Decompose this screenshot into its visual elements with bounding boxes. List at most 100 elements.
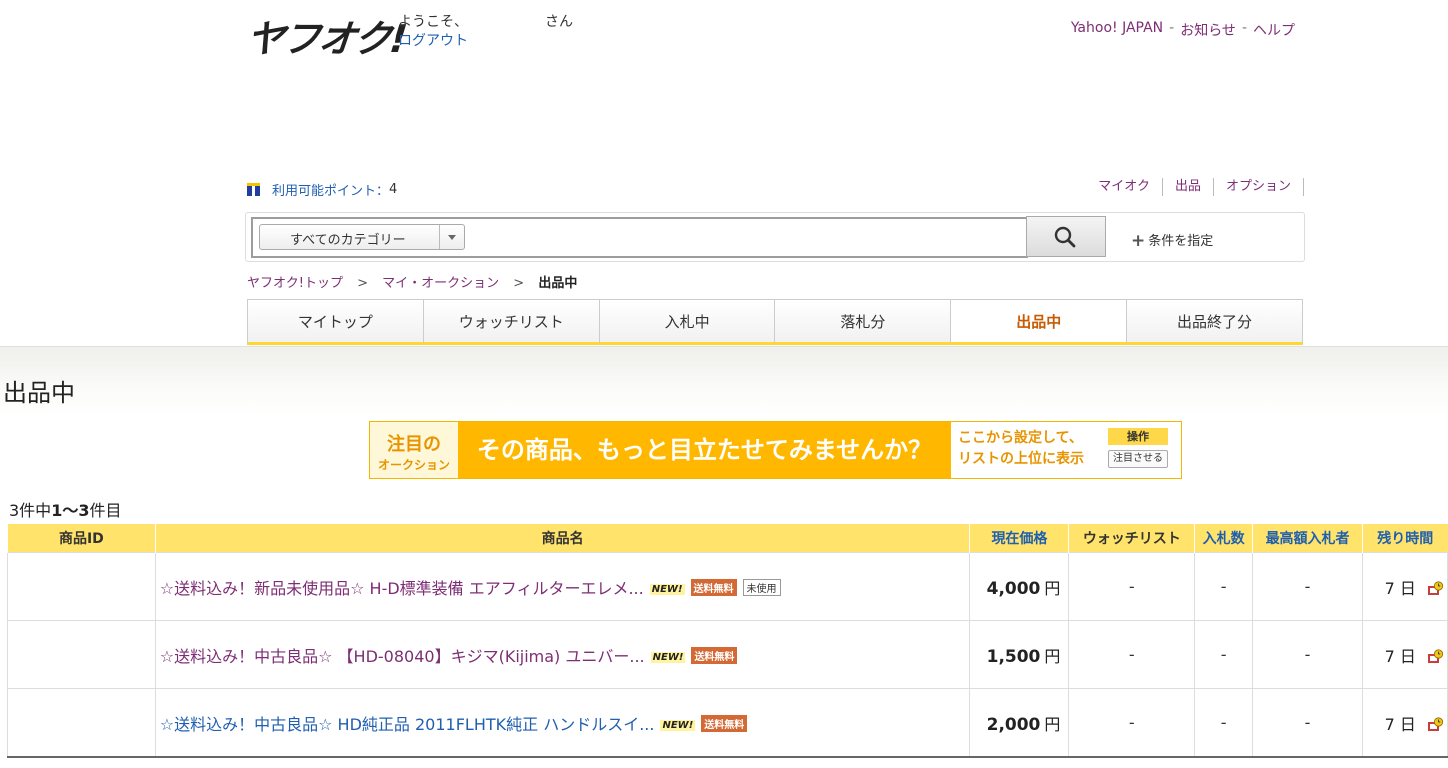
plus-icon: + <box>1131 231 1146 251</box>
link-separator: - <box>1241 20 1247 36</box>
watch-cell: - <box>1068 688 1196 758</box>
price-value: 1,500 <box>986 646 1041 667</box>
unused-badge: 未使用 <box>742 578 781 596</box>
points-info[interactable]: 利用可能ポイント： 4 <box>247 180 397 199</box>
item-name-cell: ☆送料込み！中古良品☆ 【HD-08040】キジマ(Kijima) ユニバー..… <box>154 620 971 689</box>
tab-selling[interactable]: 出品中 <box>950 299 1127 345</box>
category-select[interactable]: すべてのカテゴリー <box>259 224 465 250</box>
banner-left-subtitle: オークション <box>377 458 450 472</box>
welcome-text: ようこそ、 <box>398 14 468 30</box>
banner-description: ここから設定して、 リストの上位に表示 <box>958 428 1103 470</box>
logout-link[interactable]: ログアウト <box>398 30 468 50</box>
category-select-label: すべてのカテゴリー <box>290 233 406 248</box>
banner-left: 注目の オークション <box>370 422 458 478</box>
advanced-search-link[interactable]: + 条件を指定 <box>1131 230 1213 251</box>
link-separator: - <box>1169 20 1175 36</box>
tab-bidding[interactable]: 入札中 <box>598 299 775 345</box>
item-title-link[interactable]: ☆送料込み！中古良品☆ HD純正品 2011FLHTK純正 ハンドルスイ... <box>160 715 655 734</box>
price-cell: 1,500 円 <box>969 620 1070 689</box>
col-item-name: 商品名 <box>154 524 970 553</box>
tab-won[interactable]: 落札分 <box>774 299 951 345</box>
col-current-price[interactable]: 現在価格 <box>969 524 1069 553</box>
col-time-left[interactable]: 残り時間 <box>1361 524 1448 553</box>
auto-extend-icon[interactable] <box>1427 648 1443 665</box>
banner-left-title: 注目の <box>387 434 441 455</box>
yahoo-japan-link[interactable]: Yahoo! JAPAN <box>1071 20 1163 40</box>
time-left-value: 7 日 <box>1384 578 1416 598</box>
price-cell: 2,000 円 <box>969 688 1070 758</box>
col-bids[interactable]: 入札数 <box>1194 524 1253 553</box>
search-input[interactable]: すべてのカテゴリー <box>251 217 1028 258</box>
banner-desc-line2: リストの上位に表示 <box>958 451 1084 467</box>
banner-operation: 操作 注目させる <box>1108 428 1168 468</box>
item-title-link[interactable]: ☆送料込み！中古良品☆ 【HD-08040】キジマ(Kijima) ユニバー..… <box>160 647 645 666</box>
breadcrumb-myauction[interactable]: マイ・オークション <box>382 276 499 291</box>
new-badge: NEW! <box>650 651 686 663</box>
tab-mytop[interactable]: マイトップ <box>247 299 423 345</box>
time-left-cell: 7 日 <box>1361 552 1448 621</box>
tab-sold[interactable]: 出品終了分 <box>1126 299 1303 345</box>
price-value: 4,000 <box>986 578 1041 599</box>
top-bidder-cell: - <box>1252 552 1363 621</box>
t-point-icon <box>247 183 260 196</box>
points-label: 利用可能ポイント： <box>272 184 390 199</box>
item-id-cell <box>7 552 156 621</box>
time-left-cell: 7 日 <box>1361 688 1448 758</box>
tab-watchlist[interactable]: ウォッチリスト <box>422 299 599 345</box>
banner-headline: その商品、もっと目立たせてみませんか？ <box>458 422 951 478</box>
top-bidder-cell: - <box>1252 688 1363 758</box>
breadcrumb-separator: > <box>513 276 525 291</box>
nav-sell[interactable]: 出品 <box>1163 178 1214 196</box>
result-count-range: 1〜3 <box>51 501 90 520</box>
col-top-bidder[interactable]: 最高額入札者 <box>1252 524 1363 553</box>
table-row: ☆送料込み！中古良品☆ 【HD-08040】キジマ(Kijima) ユニバー..… <box>7 620 1448 689</box>
breadcrumb: ヤフオク!トップ > マイ・オークション > 出品中 <box>247 272 577 291</box>
breadcrumb-current: 出品中 <box>538 276 578 291</box>
right-nav: マイオク 出品 オプション <box>1098 178 1304 196</box>
bids-cell: - <box>1194 552 1254 621</box>
time-left-value: 7 日 <box>1384 714 1416 734</box>
item-name-cell: ☆送料込み！新品未使用品☆ H-D標準装備 エアフィルターエレメ... NEW! 送… <box>154 552 971 621</box>
price-unit: 円 <box>1044 714 1061 734</box>
result-count-total: 3件中 <box>9 501 52 520</box>
table-row: ☆送料込み！中古良品☆ HD純正品 2011FLHTK純正 ハンドルスイ... N… <box>7 688 1448 758</box>
item-id-cell <box>7 620 156 689</box>
result-count: 3件中1〜3件目 <box>9 497 121 521</box>
breadcrumb-top[interactable]: ヤフオク!トップ <box>247 276 343 291</box>
col-item-id: 商品ID <box>7 524 156 553</box>
auto-extend-icon[interactable] <box>1427 716 1443 733</box>
watch-cell: - <box>1068 552 1196 621</box>
selling-items-table: 商品ID 商品名 現在価格 ウォッチリスト 入札数 最高額入札者 残り時間 ☆送… <box>7 524 1448 758</box>
page-title: 出品中 <box>3 379 75 407</box>
banner-feature-button: 注目させる <box>1108 450 1168 468</box>
top-links: Yahoo! JAPAN - お知らせ - ヘルプ <box>1071 20 1295 40</box>
price-unit: 円 <box>1044 578 1061 598</box>
notice-link[interactable]: お知らせ <box>1180 20 1236 40</box>
advanced-search-label: 条件を指定 <box>1148 234 1214 249</box>
yahuoku-logo[interactable]: ヤフオク! <box>244 8 408 63</box>
item-id-cell <box>7 688 156 758</box>
table-row: ☆送料込み！新品未使用品☆ H-D標準装備 エアフィルターエレメ... NEW! 送… <box>7 552 1448 621</box>
free-shipping-badge: 送料無料 <box>691 646 738 664</box>
free-shipping-badge: 送料無料 <box>701 714 748 732</box>
banner-desc-line1: ここから設定して、 <box>958 430 1083 446</box>
myauction-tabs: マイトップ ウォッチリスト 入札中 落札分 出品中 出品終了分 <box>247 299 1303 345</box>
points-value: 4 <box>389 182 398 197</box>
featured-auction-banner[interactable]: 注目の オークション その商品、もっと目立たせてみませんか？ ここから設定して、… <box>369 421 1182 479</box>
table-header-row: 商品ID 商品名 現在価格 ウォッチリスト 入札数 最高額入札者 残り時間 <box>7 524 1448 553</box>
help-link[interactable]: ヘルプ <box>1253 20 1295 40</box>
new-badge: NEW! <box>649 583 685 595</box>
result-count-suffix: 件目 <box>89 501 122 520</box>
auto-extend-icon[interactable] <box>1427 580 1443 597</box>
nav-myauction[interactable]: マイオク <box>1098 178 1163 196</box>
item-name-cell: ☆送料込み！中古良品☆ HD純正品 2011FLHTK純正 ハンドルスイ... N… <box>154 688 971 758</box>
item-title-link[interactable]: ☆送料込み！新品未使用品☆ H-D標準装備 エアフィルターエレメ... <box>160 579 644 598</box>
breadcrumb-separator: > <box>357 276 368 291</box>
title-band <box>0 346 1448 417</box>
watch-cell: - <box>1068 620 1196 689</box>
nav-options[interactable]: オプション <box>1214 178 1304 196</box>
search-button[interactable] <box>1026 216 1106 257</box>
free-shipping-badge: 送料無料 <box>690 578 737 596</box>
search-icon <box>1054 226 1076 248</box>
top-bidder-cell: - <box>1252 620 1363 689</box>
